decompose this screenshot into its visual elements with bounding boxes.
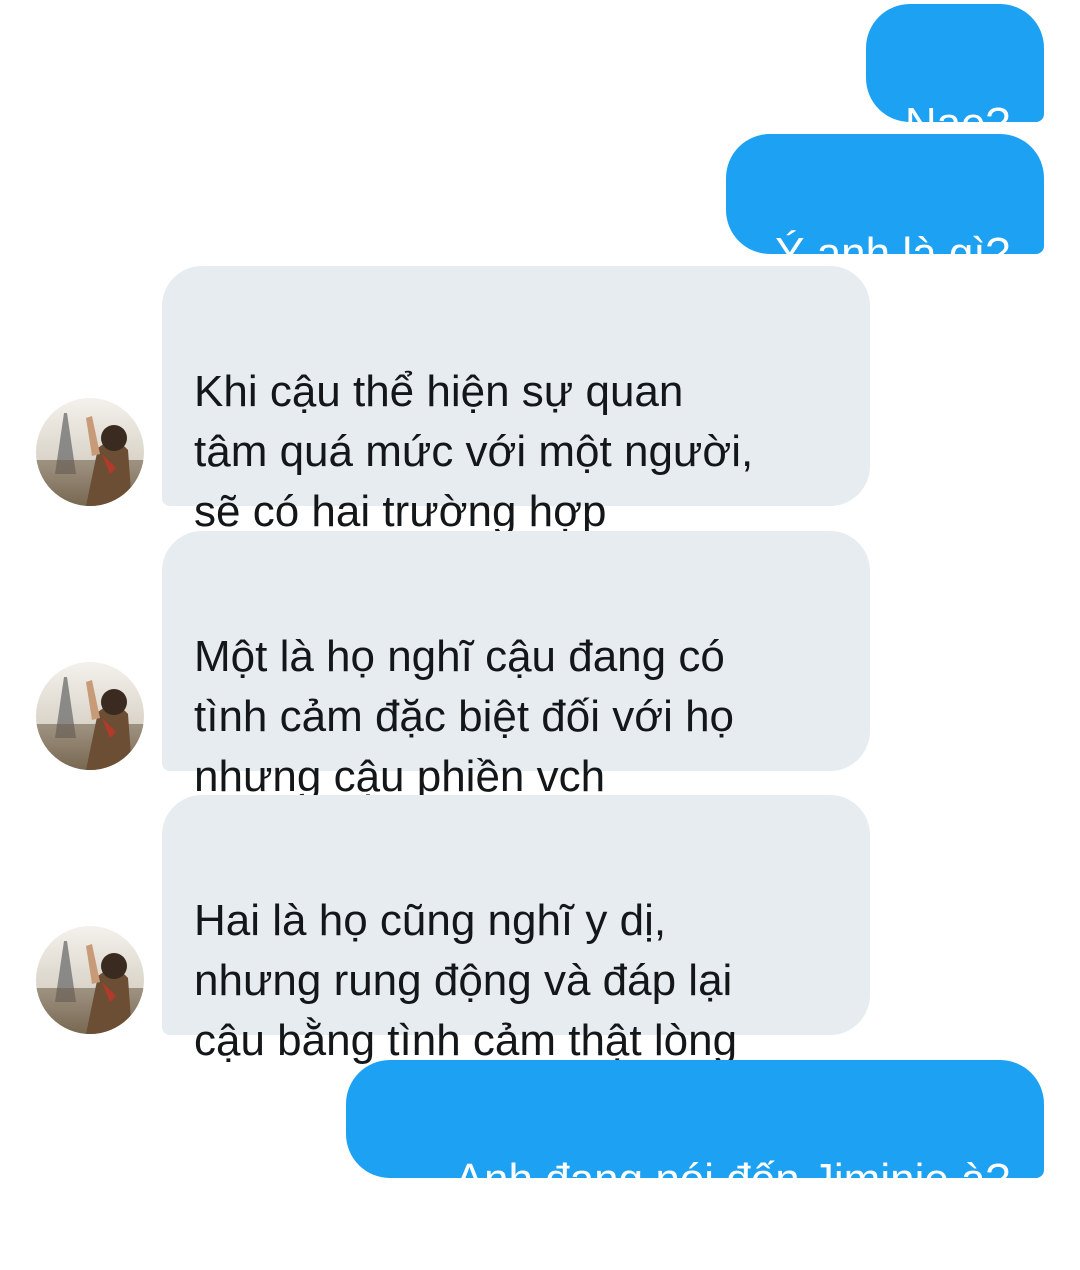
avatar[interactable] (36, 398, 144, 506)
message-text: Khi cậu thể hiện sự quan tâm quá mức với… (194, 367, 754, 536)
message-text: Anh đang nói đến Jiminie à? (454, 1155, 1010, 1204)
outgoing-message-bubble[interactable]: Anh đang nói đến Jiminie à? (346, 1060, 1044, 1204)
avatar[interactable] (36, 926, 144, 1034)
user-avatar-photo-icon (36, 926, 144, 1034)
message-text: Hai là họ cũng nghĩ y dị, nhưng rung độn… (194, 896, 738, 1065)
message-text: Một là họ nghĩ cậu đang có tình cảm đặc … (194, 632, 735, 801)
incoming-message-bubble[interactable]: Khi cậu thể hiện sự quan tâm quá mức với… (162, 266, 870, 536)
outgoing-message-bubble[interactable]: Ý anh là gì? (726, 134, 1044, 278)
user-avatar-photo-icon (36, 398, 144, 506)
incoming-message-bubble[interactable]: Hai là họ cũng nghĩ y dị, nhưng rung độn… (162, 795, 870, 1065)
user-avatar-photo-icon (36, 662, 144, 770)
incoming-message-bubble[interactable]: Một là họ nghĩ cậu đang có tình cảm đặc … (162, 531, 870, 801)
avatar[interactable] (36, 662, 144, 770)
outgoing-message-bubble[interactable]: Nae? (866, 4, 1044, 148)
